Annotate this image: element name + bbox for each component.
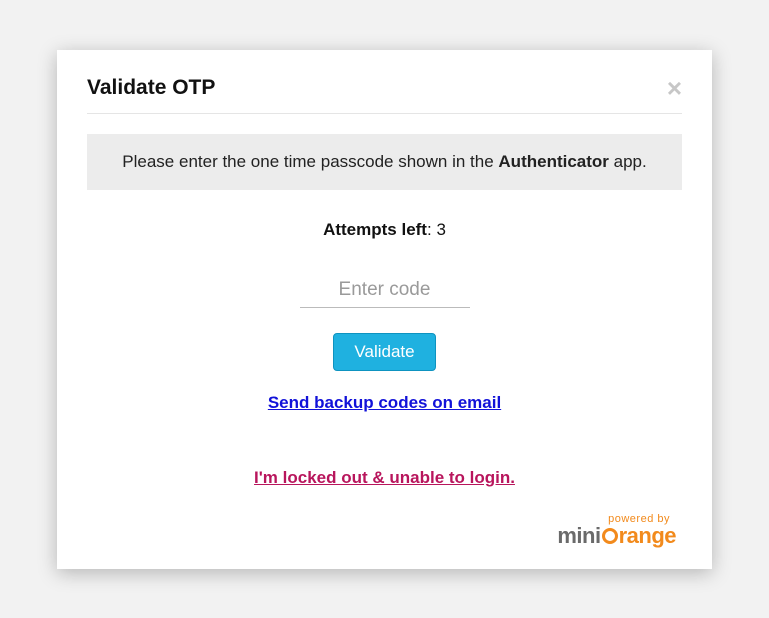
validate-button[interactable]: Validate — [333, 333, 435, 371]
send-backup-codes-link[interactable]: Send backup codes on email — [268, 393, 501, 412]
validate-wrap: Validate — [87, 333, 682, 371]
instruction-bold: Authenticator — [498, 152, 609, 171]
instruction-prefix: Please enter the one time passcode shown… — [122, 152, 498, 171]
brand-logo: mini range — [557, 523, 676, 548]
attempts-value: 3 — [436, 220, 445, 239]
brand-suffix: range — [619, 523, 676, 548]
instruction-suffix: app. — [609, 152, 647, 171]
dialog-title: Validate OTP — [87, 76, 215, 100]
orange-o-icon — [602, 528, 618, 544]
footer-logo: powered by minirange — [87, 513, 682, 549]
instruction-banner: Please enter the one time passcode shown… — [87, 134, 682, 190]
otp-dialog: Validate OTP × Please enter the one time… — [57, 50, 712, 569]
close-icon[interactable]: × — [667, 75, 682, 101]
locked-link-wrap: I'm locked out & unable to login. — [87, 468, 682, 488]
locked-out-link[interactable]: I'm locked out & unable to login. — [254, 468, 515, 487]
backup-link-wrap: Send backup codes on email — [87, 393, 682, 413]
otp-input[interactable] — [300, 275, 470, 308]
attempts-label: Attempts left — [323, 220, 427, 239]
dialog-header: Validate OTP × — [87, 75, 682, 114]
code-input-wrap — [87, 275, 682, 308]
attempts-line: Attempts left: 3 — [87, 220, 682, 240]
brand-prefix: mini — [557, 523, 600, 548]
